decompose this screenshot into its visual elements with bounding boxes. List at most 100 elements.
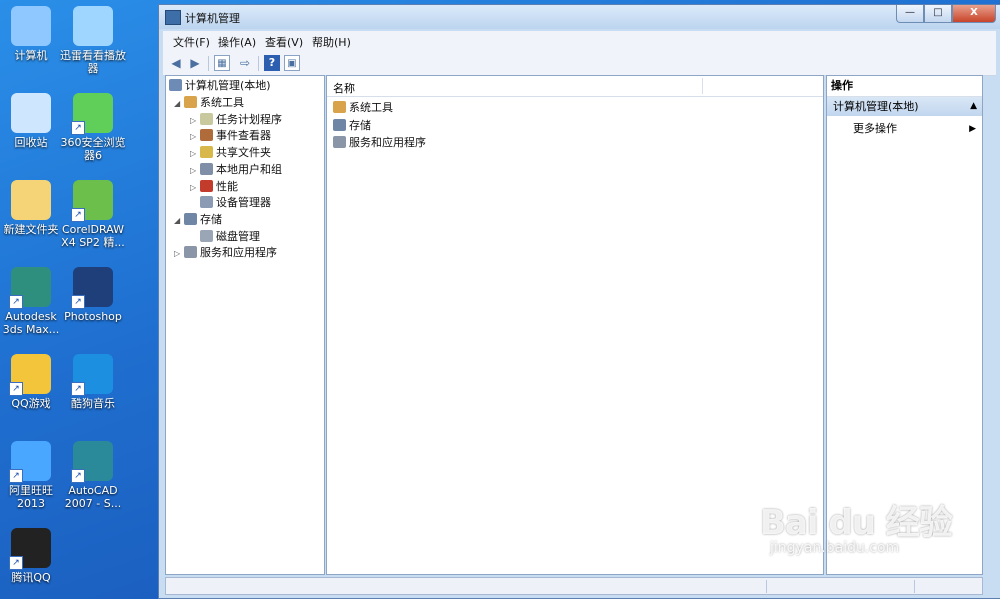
xunlei-icon: [73, 6, 113, 46]
desktop-icon[interactable]: ↗ Photoshop: [58, 267, 128, 323]
maximize-button[interactable]: □: [924, 5, 952, 23]
menu-help[interactable]: 帮助(H): [312, 34, 351, 50]
tree-item[interactable]: ▷ 本地用户和组: [190, 162, 282, 178]
qq-icon: ↗: [9, 528, 51, 570]
tree-item-label: 本地用户和组: [216, 162, 282, 176]
menu-file[interactable]: 文件(F): [173, 34, 210, 50]
desktop-icon[interactable]: 新建文件夹: [0, 180, 66, 236]
status-separator: [914, 580, 915, 593]
more-actions-label: 更多操作: [853, 122, 897, 135]
properties-icon[interactable]: ▣: [284, 55, 300, 71]
desktop-icon-label: 计算机: [14, 49, 48, 62]
desktop-icon-label: 360安全浏览器6: [60, 136, 126, 162]
column-header[interactable]: 名称: [327, 76, 823, 97]
desktop-icon[interactable]: ↗ CorelDRAW X4 SP2 精...: [58, 180, 128, 249]
clock-icon: [200, 112, 213, 125]
qq-game-icon: ↗: [9, 354, 51, 396]
tree-item[interactable]: 设备管理器: [190, 195, 271, 211]
desktop-icon-label: 迅雷看看播放器: [60, 49, 126, 75]
expand-arrow-icon[interactable]: ▷: [190, 113, 200, 129]
desktop-icon[interactable]: 回收站: [0, 93, 66, 149]
expand-arrow-icon[interactable]: ▷: [190, 163, 200, 179]
storage-icon: [333, 118, 346, 131]
tools-icon: [184, 96, 197, 108]
browser-icon: ↗: [71, 93, 113, 135]
shortcut-arrow-icon: ↗: [71, 208, 85, 222]
expand-arrow-icon[interactable]: ▷: [190, 129, 200, 145]
export-list-icon[interactable]: ⇨: [237, 55, 253, 71]
desktop-icon[interactable]: 计算机: [0, 6, 66, 62]
expand-arrow-icon[interactable]: ◢: [174, 213, 184, 229]
tree-item-label: 共享文件夹: [216, 146, 271, 160]
actions-header: 操作: [827, 76, 982, 97]
desktop-icon[interactable]: 迅雷看看播放器: [58, 6, 128, 75]
list-item[interactable]: 服务和应用程序: [333, 135, 426, 151]
tree-item-label: 性能: [216, 179, 238, 193]
toolbar-separator: [208, 56, 209, 71]
column-name-header[interactable]: 名称: [333, 80, 355, 96]
services-icon: [184, 246, 197, 259]
performance-icon: [200, 179, 213, 192]
tree-item[interactable]: ▷ 事件查看器: [190, 128, 271, 144]
forward-icon[interactable]: ▶: [187, 55, 203, 71]
desktop-icon[interactable]: ↗ AutoCAD 2007 - S...: [58, 441, 128, 510]
tree-root-label: 计算机管理(本地): [185, 79, 271, 92]
3dsmax-icon: ↗: [9, 267, 51, 309]
expand-arrow-icon[interactable]: ◢: [174, 96, 184, 112]
desktop-icon[interactable]: ↗ Autodesk 3ds Max...: [0, 267, 66, 336]
baidu-watermark: Bai du 经验 jingyan.baidu.com: [760, 495, 953, 556]
tree-item[interactable]: ▷ 服务和应用程序: [174, 245, 277, 261]
shortcut-arrow-icon: ↗: [9, 469, 23, 483]
desktop-icon-label: 回收站: [14, 136, 48, 149]
title-bar[interactable]: 计算机管理 — □ X: [159, 5, 1000, 29]
status-bar: [165, 577, 983, 595]
expand-arrow-icon[interactable]: ▷: [190, 180, 200, 196]
desktop-icon[interactable]: ↗ 360安全浏览器6: [58, 93, 128, 162]
tree-item-label: 事件查看器: [216, 129, 271, 143]
tree-item[interactable]: ◢ 存储: [174, 212, 222, 228]
list-item[interactable]: 存储: [333, 118, 371, 134]
aliwangwang-icon: ↗: [9, 441, 51, 483]
tree-root[interactable]: 计算机管理(本地): [169, 78, 271, 94]
tree-item[interactable]: 磁盘管理: [190, 229, 260, 245]
show-hide-tree-icon[interactable]: ▦: [214, 55, 230, 71]
list-item[interactable]: 系统工具: [333, 100, 393, 116]
tree-item[interactable]: ▷ 任务计划程序: [190, 112, 282, 128]
watermark-brand: Bai du 经验: [760, 503, 953, 543]
column-separator[interactable]: [702, 78, 703, 94]
list-item-label: 存储: [349, 118, 371, 132]
shortcut-arrow-icon: ↗: [71, 469, 85, 483]
shortcut-arrow-icon: ↗: [9, 382, 23, 396]
desktop-icon-label: 阿里旺旺2013: [9, 484, 53, 510]
submenu-arrow-icon: ▶: [969, 124, 976, 134]
tree-item[interactable]: ▷ 共享文件夹: [190, 145, 271, 161]
tools-icon: [333, 101, 346, 113]
list-item-label: 系统工具: [349, 101, 393, 114]
desktop-icon[interactable]: ↗ 酷狗音乐: [58, 354, 128, 410]
help-icon[interactable]: ?: [264, 55, 280, 71]
menu-view[interactable]: 查看(V): [265, 34, 303, 50]
tree-item[interactable]: ▷ 性能: [190, 179, 238, 195]
desktop-icon-label: Autodesk 3ds Max...: [2, 310, 60, 336]
computer-icon: [11, 6, 51, 46]
more-actions-item[interactable]: 更多操作 ▶: [853, 120, 982, 138]
desktop-icon[interactable]: ↗ 腾讯QQ: [0, 528, 66, 584]
computer-management-icon: [165, 10, 181, 25]
expand-arrow-icon[interactable]: ▷: [190, 146, 200, 162]
shortcut-arrow-icon: ↗: [9, 556, 23, 570]
console-tree: 计算机管理(本地) ◢ 系统工具 ▷ 任务计划程序 ▷ 事件查看器 ▷ 共享文件夹 ▷ 本地用户和…: [165, 75, 325, 575]
actions-section-label: 计算机管理(本地): [833, 100, 919, 113]
desktop-icon[interactable]: ↗ 阿里旺旺2013: [0, 441, 66, 510]
desktop-icon-label: 新建文件夹: [3, 223, 59, 236]
menu-action[interactable]: 操作(A): [218, 34, 256, 50]
desktop-icon[interactable]: ↗ QQ游戏: [0, 354, 66, 410]
services-icon: [333, 136, 346, 148]
event-viewer-icon: [200, 129, 213, 142]
minimize-button[interactable]: —: [896, 5, 924, 23]
back-icon[interactable]: ◀: [168, 55, 184, 71]
close-button[interactable]: X: [952, 5, 996, 23]
expand-arrow-icon[interactable]: ▷: [174, 246, 184, 262]
collapse-arrow-icon[interactable]: ▲: [970, 97, 977, 116]
tree-item[interactable]: ◢ 系统工具: [174, 95, 244, 111]
actions-section[interactable]: 计算机管理(本地) ▲: [827, 97, 982, 116]
